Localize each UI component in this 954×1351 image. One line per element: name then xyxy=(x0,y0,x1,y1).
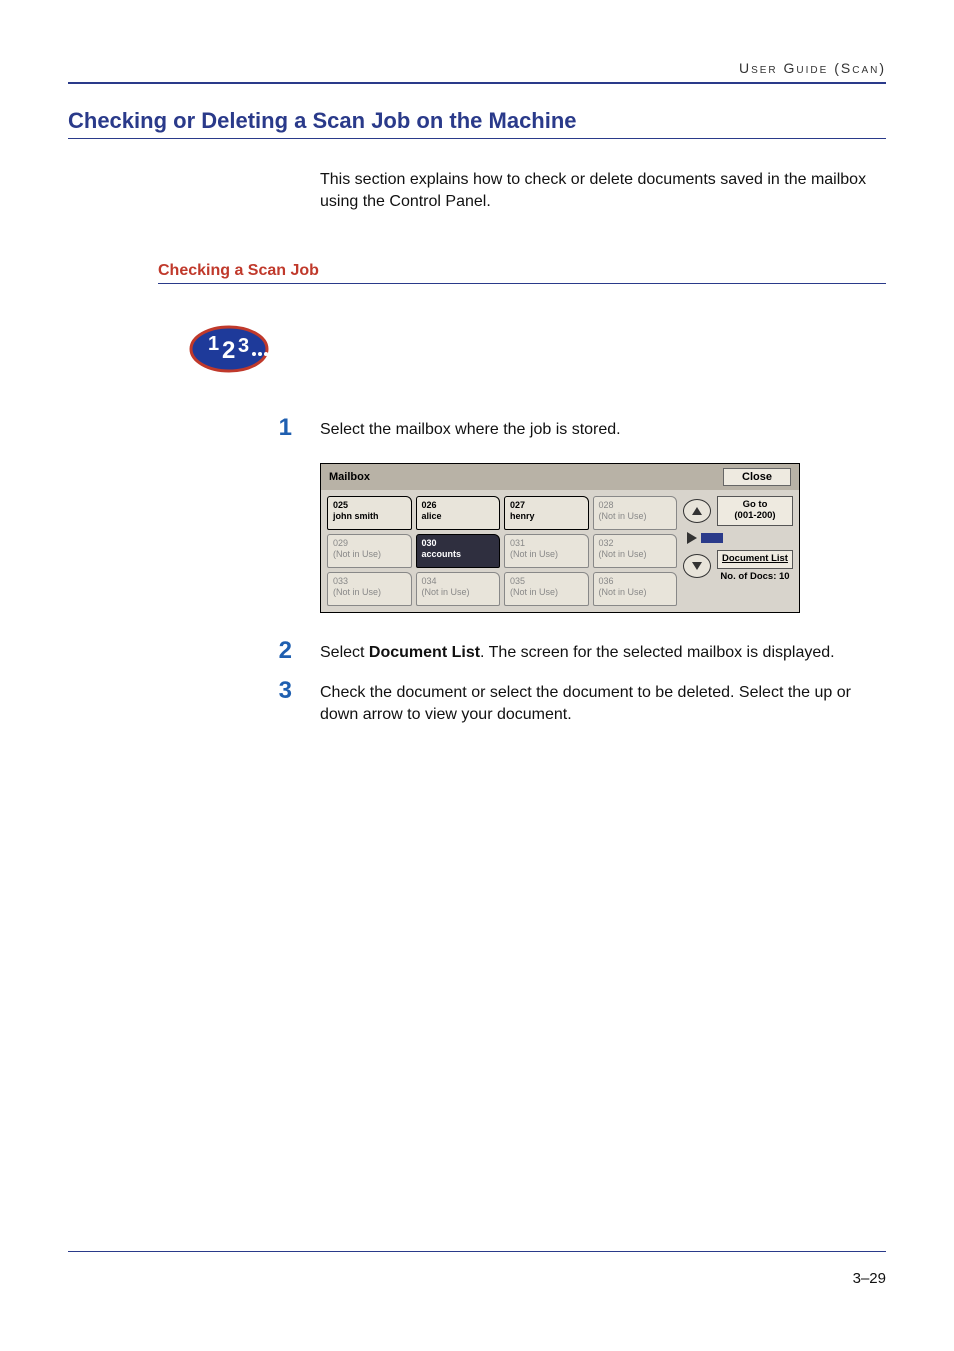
step-text-1: Select the mailbox where the job is stor… xyxy=(320,416,886,441)
mailbox-tab-034[interactable]: 034(Not in Use) xyxy=(416,572,501,606)
step-number-1: 1 xyxy=(68,416,320,440)
mailbox-tab-number: 027 xyxy=(510,500,583,511)
mailbox-tab-026[interactable]: 026alice xyxy=(416,496,501,530)
step-number-2: 2 xyxy=(68,639,320,663)
mailbox-tab-label: (Not in Use) xyxy=(599,549,647,559)
mailbox-tab-label: (Not in Use) xyxy=(510,587,558,597)
header-rule xyxy=(68,82,886,84)
svg-text:3: 3 xyxy=(238,335,249,357)
svg-text:1: 1 xyxy=(208,333,219,355)
mailbox-tab-029[interactable]: 029(Not in Use) xyxy=(327,534,412,568)
svg-text:2: 2 xyxy=(222,337,235,364)
mailbox-tab-number: 026 xyxy=(422,500,495,511)
mailbox-tab-number: 034 xyxy=(422,576,495,587)
mailbox-tab-label: (Not in Use) xyxy=(510,549,558,559)
mailbox-tab-036[interactable]: 036(Not in Use) xyxy=(593,572,678,606)
mailbox-tab-label: accounts xyxy=(422,549,462,559)
goto-button[interactable]: Go to (001-200) xyxy=(717,496,793,526)
mailbox-tab-number: 033 xyxy=(333,576,406,587)
mailbox-tab-number: 025 xyxy=(333,500,406,511)
mailbox-tab-032[interactable]: 032(Not in Use) xyxy=(593,534,678,568)
mailbox-tab-label: (Not in Use) xyxy=(333,549,381,559)
page-header-breadcrumb: User Guide (Scan) xyxy=(68,60,886,76)
goto-label-line2: (001-200) xyxy=(720,511,790,522)
mailbox-tab-number: 028 xyxy=(599,500,672,511)
step-text-3: Check the document or select the documen… xyxy=(320,679,886,727)
mailbox-tab-label: alice xyxy=(422,511,442,521)
mailbox-tab-035[interactable]: 035(Not in Use) xyxy=(504,572,589,606)
mailbox-tab-025[interactable]: 025john smith xyxy=(327,496,412,530)
mailbox-tab-label: john smith xyxy=(333,511,379,521)
triangle-up-icon xyxy=(691,506,703,516)
scroll-down-button[interactable] xyxy=(683,554,711,578)
progress-bar xyxy=(701,533,723,543)
intro-paragraph: This section explains how to check or de… xyxy=(320,169,886,214)
mailbox-tab-033[interactable]: 033(Not in Use) xyxy=(327,572,412,606)
mailbox-title: Mailbox xyxy=(329,471,370,483)
page-number: 3–29 xyxy=(68,1270,886,1287)
mailbox-tab-number: 032 xyxy=(599,538,672,549)
close-button[interactable]: Close xyxy=(723,468,791,486)
mailbox-tab-label: (Not in Use) xyxy=(599,587,647,597)
document-list-button[interactable]: Document List xyxy=(717,550,793,569)
step-text-2: Select Document List. The screen for the… xyxy=(320,639,886,664)
mailbox-tab-number: 030 xyxy=(422,538,495,549)
mailbox-tab-027[interactable]: 027henry xyxy=(504,496,589,530)
mailbox-tab-label: henry xyxy=(510,511,535,521)
progress-indicator xyxy=(683,530,793,546)
mailbox-tab-030[interactable]: 030accounts xyxy=(416,534,501,568)
mailbox-tab-031[interactable]: 031(Not in Use) xyxy=(504,534,589,568)
subsection-heading: Checking a Scan Job xyxy=(158,262,886,284)
play-icon xyxy=(687,532,697,544)
footer-rule xyxy=(68,1251,886,1252)
docs-count-label: No. of Docs: 10 xyxy=(717,569,793,582)
mailbox-tab-label: (Not in Use) xyxy=(333,587,381,597)
mailbox-tab-number: 035 xyxy=(510,576,583,587)
section-heading: Checking or Deleting a Scan Job on the M… xyxy=(68,108,886,139)
triangle-down-icon xyxy=(691,561,703,571)
mailbox-tab-label: (Not in Use) xyxy=(422,587,470,597)
mailbox-tab-label: (Not in Use) xyxy=(599,511,647,521)
scroll-up-button[interactable] xyxy=(683,499,711,523)
mailbox-tab-number: 031 xyxy=(510,538,583,549)
mailbox-screenshot: Mailbox Close 025john smith026alice027he… xyxy=(320,463,800,613)
mailbox-tab-028[interactable]: 028(Not in Use) xyxy=(593,496,678,530)
step-number-3: 3 xyxy=(68,679,320,703)
mailbox-tab-number: 029 xyxy=(333,538,406,549)
numbered-steps-icon: 1 2 3 xyxy=(186,322,886,376)
mailbox-tab-number: 036 xyxy=(599,576,672,587)
